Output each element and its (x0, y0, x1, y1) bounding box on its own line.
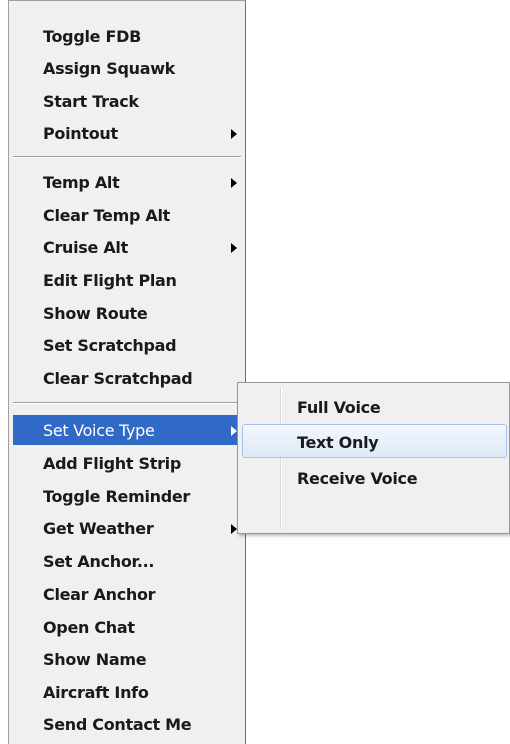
menu-item-clear-anchor[interactable]: Clear Anchor (13, 579, 241, 609)
menu-separator (13, 402, 241, 404)
menu-item-label: Edit Flight Plan (43, 271, 177, 290)
menu-item-edit-flight-plan[interactable]: Edit Flight Plan (13, 265, 241, 295)
submenu-item-label: Full Voice (297, 398, 381, 417)
submenu-item-text-only[interactable]: Text Only (242, 424, 507, 458)
menu-item-label: Open Chat (43, 618, 135, 637)
context-menu: Toggle FDB Assign Squawk Start Track Poi… (8, 0, 246, 744)
menu-item-label: Start Track (43, 92, 139, 111)
menu-item-label: Get Weather (43, 519, 154, 538)
menu-item-label: Aircraft Info (43, 683, 149, 702)
menu-item-label: Toggle FDB (43, 27, 142, 46)
menu-item-open-chat[interactable]: Open Chat (13, 612, 241, 642)
menu-item-set-scratchpad[interactable]: Set Scratchpad (13, 330, 241, 360)
menu-item-add-flight-strip[interactable]: Add Flight Strip (13, 448, 241, 478)
chevron-right-icon (231, 129, 237, 139)
menu-item-label: Set Scratchpad (43, 336, 177, 355)
menu-item-label: Toggle Reminder (43, 487, 191, 506)
menu-item-cruise-alt[interactable]: Cruise Alt (13, 232, 241, 262)
voice-type-submenu: Full Voice Text Only Receive Voice (237, 382, 510, 534)
menu-item-clear-scratchpad[interactable]: Clear Scratchpad (13, 363, 241, 393)
menu-item-start-track[interactable]: Start Track (13, 86, 241, 116)
menu-item-label: Temp Alt (43, 173, 120, 192)
menu-item-show-route[interactable]: Show Route (13, 298, 241, 328)
menu-item-assign-squawk[interactable]: Assign Squawk (13, 53, 241, 83)
menu-item-label: Assign Squawk (43, 59, 176, 78)
menu-item-set-anchor[interactable]: Set Anchor... (13, 546, 241, 576)
submenu-item-full-voice[interactable]: Full Voice (242, 389, 507, 423)
chevron-right-icon (231, 178, 237, 188)
menu-item-set-voice-type[interactable]: Set Voice Type (13, 415, 241, 445)
menu-item-pointout[interactable]: Pointout (13, 118, 241, 148)
menu-item-label: Cruise Alt (43, 238, 128, 257)
menu-item-toggle-fdb[interactable]: Toggle FDB (13, 21, 241, 51)
menu-item-show-name[interactable]: Show Name (13, 644, 241, 674)
menu-item-label: Send Contact Me (43, 715, 192, 734)
menu-item-get-weather[interactable]: Get Weather (13, 513, 241, 543)
menu-item-label: Clear Temp Alt (43, 206, 170, 225)
menu-item-label: Clear Scratchpad (43, 369, 193, 388)
menu-item-label: Set Voice Type (43, 421, 155, 440)
menu-item-clear-temp-alt[interactable]: Clear Temp Alt (13, 200, 241, 230)
menu-item-label: Add Flight Strip (43, 454, 182, 473)
menu-item-label: Show Route (43, 304, 148, 323)
menu-item-label: Pointout (43, 124, 118, 143)
menu-item-aircraft-info[interactable]: Aircraft Info (13, 677, 241, 707)
menu-separator (13, 156, 241, 158)
chevron-right-icon (231, 243, 237, 253)
menu-item-temp-alt[interactable]: Temp Alt (13, 167, 241, 197)
submenu-item-receive-voice[interactable]: Receive Voice (242, 460, 507, 494)
submenu-item-label: Text Only (297, 433, 379, 452)
menu-item-send-contact-me[interactable]: Send Contact Me (13, 709, 241, 739)
menu-item-label: Set Anchor... (43, 552, 155, 571)
submenu-item-label: Receive Voice (297, 469, 418, 488)
menu-item-label: Show Name (43, 650, 147, 669)
menu-item-toggle-reminder[interactable]: Toggle Reminder (13, 481, 241, 511)
menu-item-label: Clear Anchor (43, 585, 156, 604)
